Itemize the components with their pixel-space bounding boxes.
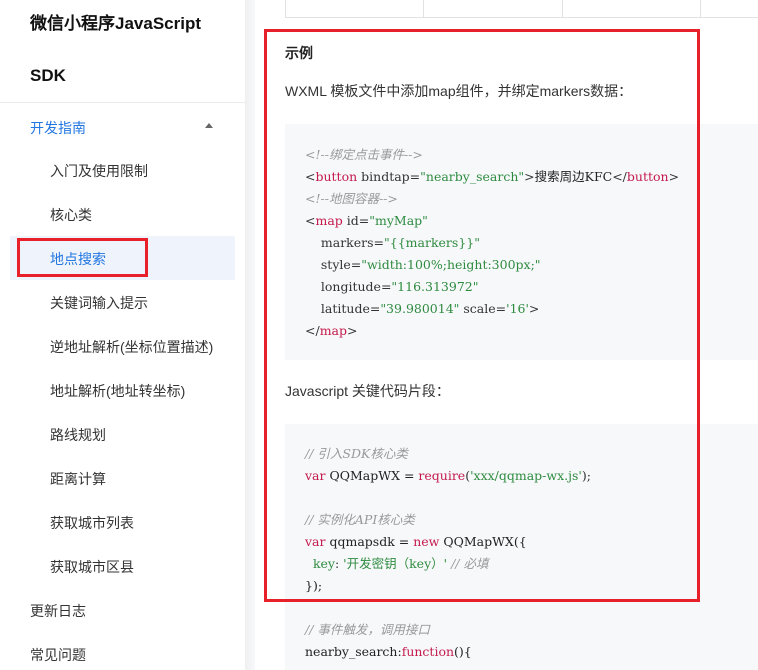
sidebar-item-core[interactable]: 核心类: [50, 205, 92, 225]
sidebar-section-dev-guide[interactable]: 开发指南: [30, 118, 86, 138]
table-bottom-edge: [285, 0, 758, 18]
sidebar-shadow: [245, 0, 255, 670]
sidebar-divider: [0, 102, 245, 103]
highlight-box-sidebar: [17, 238, 148, 277]
code-comment: // 事件触发，调用接口: [305, 622, 430, 637]
sidebar-item-changelog[interactable]: 更新日志: [30, 601, 86, 621]
sidebar-item-distance[interactable]: 距离计算: [50, 469, 106, 489]
table-column-divider: [423, 0, 424, 17]
sidebar-item-direction[interactable]: 路线规划: [50, 425, 106, 445]
sdk-title-line2: SDK: [30, 66, 66, 85]
sdk-title: 微信小程序JavaScript: [30, 14, 201, 33]
table-column-divider: [562, 0, 563, 17]
sidebar-item-faq[interactable]: 常见问题: [30, 645, 86, 665]
sidebar-item-city-list[interactable]: 获取城市列表: [50, 513, 134, 533]
sidebar-item-geocoder[interactable]: 地址解析(地址转坐标): [50, 381, 185, 401]
caret-up-icon[interactable]: [205, 123, 213, 128]
table-column-divider: [285, 0, 286, 17]
sidebar-item-reverse-geocoder[interactable]: 逆地址解析(坐标位置描述): [50, 337, 213, 357]
sidebar-item-suggestion[interactable]: 关键词输入提示: [50, 293, 148, 313]
code-line: nearby_search:function(){: [305, 644, 472, 659]
sidebar: 微信小程序JavaScript SDK 开发指南 入门及使用限制 核心类 地点搜…: [0, 0, 245, 670]
sidebar-item-intro[interactable]: 入门及使用限制: [50, 161, 148, 181]
sidebar-item-district[interactable]: 获取城市区县: [50, 557, 134, 577]
table-column-divider: [700, 0, 701, 17]
highlight-box-example: [264, 29, 700, 602]
